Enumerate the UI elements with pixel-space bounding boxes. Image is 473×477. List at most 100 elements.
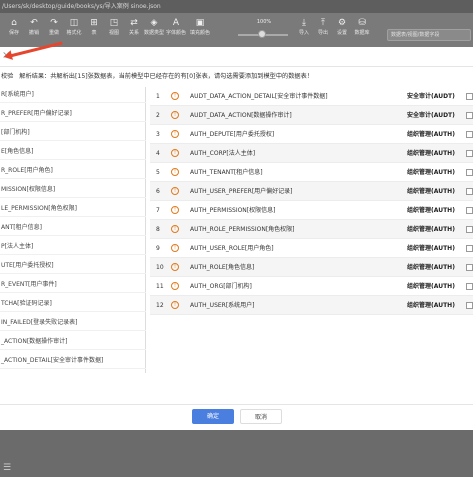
menu-icon[interactable]: ☰ [3,463,13,473]
window-title: /Users/sk/desktop/guide/books/ys/导入案例 si… [0,0,473,13]
row-number: 10 [156,264,164,271]
source-table-row[interactable]: E[角色信息] [0,144,146,160]
relation-button[interactable]: ⇄ 关系 [124,17,144,37]
module-group: 组织管理(AUTH) [407,169,455,176]
info-icon: ! [171,111,179,119]
row-checkbox[interactable] [466,150,473,157]
toolbar-label: 数据库 [354,30,370,36]
table-row[interactable]: 7! AUTH_PERMISSION[权限信息] 组织管理(AUTH) [150,201,473,220]
table-name: AUTH_USER_ROLE[用户角色] [190,245,274,252]
toolbar-label: 字体颜色 [166,30,187,36]
source-table-row[interactable]: UTE[用户委托授权] [0,258,146,274]
source-table-row[interactable]: P[法人主体] [0,239,146,255]
table-name: AUTH_PERMISSION[权限信息] [190,207,276,214]
toolbar-label: 关系 [128,30,139,36]
table-button[interactable]: ⊞ 表 [84,17,104,37]
table-row[interactable]: 11! AUTH_ORG[部门机构] 组织管理(AUTH) [150,277,473,296]
view-button[interactable]: ◳ 视图 [104,17,124,37]
zoom-label: 100% [256,19,272,25]
zoom-control[interactable]: 100% [236,18,292,38]
save-button[interactable]: ⌂ 保存 [4,17,24,37]
import-button[interactable]: ⤓ 导入 [294,17,314,37]
row-checkbox[interactable] [466,245,473,252]
source-table-row[interactable]: R_PREFER[用户偏好记录] [0,106,146,122]
row-checkbox[interactable] [466,131,473,138]
row-checkbox[interactable] [466,302,473,309]
settings-button[interactable]: ⚙ 设置 [332,17,352,37]
info-icon: ! [171,282,179,290]
toolbar-label: 格式化 [66,30,82,36]
import-dialog: × 校验 解析结果：共解析出[15]张数据表，当前模型中已经存在的有[0]张表，… [0,41,473,430]
zoom-slider-knob[interactable] [258,30,266,38]
search-input[interactable]: 数据表/视图/数据字段 [387,29,471,41]
row-checkbox[interactable] [466,207,473,214]
row-checkbox[interactable] [466,169,473,176]
row-number: 6 [156,188,160,195]
table-row[interactable]: 8! AUTH_ROLE_PERMISSION[角色权限] 组织管理(AUTH) [150,220,473,239]
row-checkbox[interactable] [466,226,473,233]
undo-button[interactable]: ↶ 撤销 [24,17,44,37]
info-icon: ! [171,92,179,100]
redo-button[interactable]: ↷ 重做 [44,17,64,37]
export-icon: ⤒ [321,18,325,28]
database-button[interactable]: ⛁ 数据库 [352,17,372,37]
table-row[interactable]: 12! AUTH_USER[系统用户] 组织管理(AUTH) [150,296,473,315]
source-table-row[interactable]: ANT[租户信息] [0,220,146,236]
result-text: 解析结果：共解析出[15]张数据表，当前模型中已经存在的有[0]张表，请勾选需要… [19,73,313,80]
row-number: 1 [156,93,160,100]
table-row[interactable]: 5! AUTH_TENANT[租户信息] 组织管理(AUTH) [150,163,473,182]
row-checkbox[interactable] [466,112,473,119]
row-checkbox[interactable] [466,283,473,290]
dialog-footer: 确定 取消 [0,404,473,430]
source-table-row[interactable]: LE_PERMISSION[角色权限] [0,201,146,217]
table-row[interactable]: 3! AUTH_DEPUTE[用户委托授权] 组织管理(AUTH) [150,125,473,144]
info-icon: ! [171,149,179,157]
font-button[interactable]: A 字体颜色 [166,17,186,37]
table-row[interactable]: 9! AUTH_USER_ROLE[用户角色] 组织管理(AUTH) [150,239,473,258]
source-table-row[interactable]: MISSION[权限信息] [0,182,146,198]
parse-result: 校验 解析结果：共解析出[15]张数据表，当前模型中已经存在的有[0]张表，请勾… [0,71,473,80]
table-name: AUTH_ROLE_PERMISSION[角色权限] [190,226,295,233]
result-prefix: 校验 [1,73,14,80]
table-row[interactable]: 10! AUTH_ROLE[角色信息] 组织管理(AUTH) [150,258,473,277]
bg-button[interactable]: ▣ 填充颜色 [190,17,210,37]
row-number: 8 [156,226,160,233]
table-name: AUTH_DEPUTE[用户委托授权] [190,131,275,138]
source-table-row[interactable]: R_EVENT[用户事件] [0,277,146,293]
confirm-button[interactable]: 确定 [192,409,234,424]
row-checkbox[interactable] [466,188,473,195]
source-table-row[interactable]: _ACTION_DETAIL[安全审计事件数据] [0,353,146,369]
source-table-row[interactable]: TCHA[验证码记录] [0,296,146,312]
row-number: 7 [156,207,160,214]
toolbar-label: 重做 [48,30,59,36]
redo-icon: ↷ [50,18,58,28]
table-row[interactable]: 4! AUTH_CORP[法人主体] 组织管理(AUTH) [150,144,473,163]
view-icon: ◳ [109,18,119,28]
module-group: 组织管理(AUTH) [407,245,455,252]
cancel-button[interactable]: 取消 [240,409,282,424]
module-group: 组织管理(AUTH) [407,188,455,195]
source-table-row[interactable]: IN_FAILED[登录失败记录表] [0,315,146,331]
table-name: AUTH_ORG[部门机构] [190,283,252,290]
source-table-row[interactable]: _ACTION[数据操作审计] [0,334,146,350]
source-table-row[interactable]: R_ROLE[用户角色] [0,163,146,179]
row-number: 11 [156,283,164,290]
module-group: 安全审计(AUDT) [407,112,455,119]
table-row[interactable]: 6! AUTH_USER_PREFER[用户偏好记录] 组织管理(AUTH) [150,182,473,201]
module-group: 组织管理(AUTH) [407,150,455,157]
export-button[interactable]: ⤒ 导出 [313,17,333,37]
row-checkbox[interactable] [466,93,473,100]
table-name: AUDT_DATA_ACTION_DETAIL[安全审计事件数据] [190,93,328,100]
row-checkbox[interactable] [466,264,473,271]
undo-icon: ↶ [30,18,38,28]
format-button[interactable]: ◫ 格式化 [64,17,84,37]
source-table-row[interactable]: [部门机构] [0,125,146,141]
table-name: AUTH_ROLE[角色信息] [190,264,255,271]
module-group: 组织管理(AUTH) [407,283,455,290]
toolbar-label: 视图 [108,30,119,36]
table-row[interactable]: 1! AUDT_DATA_ACTION_DETAIL[安全审计事件数据] 安全审计(… [150,87,473,106]
domain-button[interactable]: ◈ 数据类型 [144,17,164,37]
source-table-row[interactable]: R[系统用户] [0,87,146,103]
table-row[interactable]: 2! AUDT_DATA_ACTION[数据操作审计] 安全审计(AUDT) [150,106,473,125]
module-group: 组织管理(AUTH) [407,226,455,233]
